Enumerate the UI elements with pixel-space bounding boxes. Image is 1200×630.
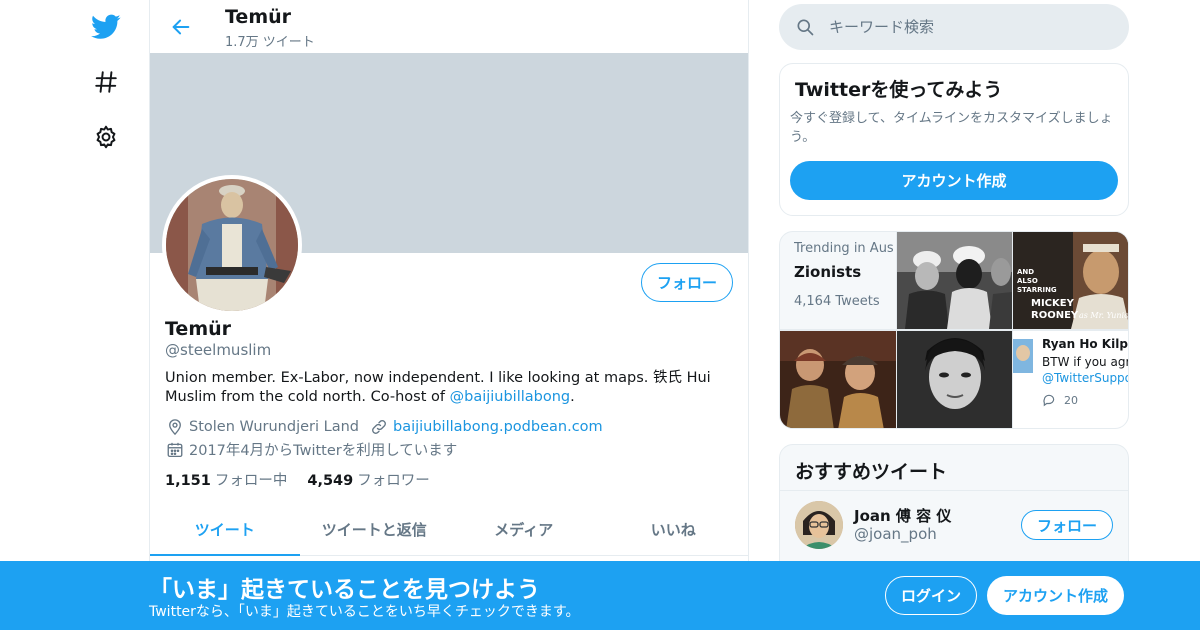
twitter-bird-icon[interactable]	[90, 11, 122, 43]
profile-location-row: Stolen Wurundjeri Land baijiubillabong.p…	[165, 417, 603, 437]
caption-line-4: MICKEY	[1031, 298, 1075, 309]
signup-card: Twitterを使ってみよう 今すぐ登録して、タイムラインをカスタマイズしましょ…	[779, 63, 1129, 216]
hashtag-icon[interactable]	[90, 66, 122, 98]
search-icon	[797, 19, 814, 36]
bottom-bar-subtitle: Twitterなら、「いま」起きていることをいち早くチェックできます。	[149, 604, 580, 620]
tweet-reply-stat[interactable]: 20	[1042, 393, 1078, 407]
tweet-author-name: Ryan Ho Kilpatrick	[1042, 337, 1128, 351]
media-tweet-tile[interactable]: Ryan Ho Kilpatrick BTW if you agree @Twi…	[1013, 331, 1128, 428]
search-input[interactable]	[829, 18, 1109, 36]
profile-column: Temür 1.7万 ツイート フォロー Temür @steelmuslim …	[149, 0, 749, 630]
followers-label: フォロワー	[357, 473, 430, 489]
follow-stats: 1,151 フォロー中 4,549 フォロワー	[165, 469, 430, 490]
profile-display-name: Temür	[165, 318, 232, 340]
profile-header-bar: Temür 1.7万 ツイート	[150, 0, 748, 53]
followers-count: 4,549	[307, 473, 354, 489]
signup-card-subtitle: 今すぐ登録して、タイムラインをカスタマイズしましょう。	[790, 111, 1113, 145]
recommended-user-name[interactable]: Joan 傅 容 仪	[854, 505, 951, 526]
signup-card-title: Twitterを使ってみよう	[795, 79, 1003, 101]
bio-mention-link[interactable]: @baijiubillabong	[450, 389, 571, 405]
recommended-user-handle: @joan_poh	[854, 525, 937, 543]
calendar-icon	[165, 440, 185, 460]
caption-line-5: ROONEY	[1031, 310, 1079, 321]
caption-line-2: ALSO	[1017, 277, 1038, 285]
left-nav	[70, 0, 150, 630]
location-pin-icon	[165, 417, 185, 437]
media-image-movie[interactable]: AND ALSO STARRING MICKEY ROONEY as Mr. Y…	[1013, 232, 1129, 329]
media-image-people[interactable]	[897, 232, 1012, 329]
bottom-signup-bar: 「いま」起きていることを見つけよう Twitterなら、「いま」起きていることを…	[0, 561, 1200, 630]
back-arrow-icon[interactable]	[166, 12, 196, 42]
profile-avatar[interactable]	[162, 175, 302, 315]
recommended-divider	[780, 490, 1128, 491]
following-label: フォロー中	[214, 473, 288, 489]
recommended-user-avatar[interactable]	[795, 501, 843, 549]
caption-line-3: STARRING	[1017, 286, 1057, 294]
profile-handle: @steelmuslim	[165, 341, 272, 359]
following-count: 1,151	[165, 473, 211, 489]
reply-count: 20	[1064, 393, 1078, 407]
settings-gear-icon[interactable]	[90, 121, 122, 153]
search-box[interactable]	[779, 4, 1129, 50]
followers-stat[interactable]: 4,549 フォロワー	[307, 469, 429, 490]
bottom-create-account-button[interactable]: アカウント作成	[987, 576, 1124, 615]
trend-name: Zionists	[794, 263, 862, 281]
link-icon	[369, 417, 389, 437]
profile-bio: Union member. Ex-Labor, now independent.…	[165, 369, 735, 407]
media-image-portrait[interactable]	[897, 331, 1012, 428]
tweet-text: BTW if you agree	[1042, 355, 1128, 369]
media-image-costume[interactable]	[780, 331, 896, 428]
trend-tile[interactable]: Trending in Australia Zionists 4,164 Twe…	[780, 232, 896, 329]
reply-icon	[1043, 394, 1055, 407]
header-tweet-count: 1.7万 ツイート	[225, 35, 315, 50]
recommended-title: おすすめツイート	[795, 461, 948, 483]
bio-text: Union member. Ex-Labor, now independent.…	[165, 370, 711, 405]
tab-likes[interactable]: いいね	[599, 503, 749, 555]
caption-line-1: AND	[1017, 268, 1034, 276]
header-name: Temür	[225, 6, 292, 28]
joined-text: 2017年4月からTwitterを利用しています	[189, 443, 458, 459]
website-link[interactable]: baijiubillabong.podbean.com	[393, 419, 603, 435]
caption-line-6: as Mr. Yunioshi	[1079, 311, 1129, 320]
tweet-mention[interactable]: @TwitterSupport	[1042, 371, 1128, 385]
tweet-author-avatar	[1013, 339, 1033, 373]
login-button[interactable]: ログイン	[885, 576, 977, 615]
recommended-follow-button[interactable]: フォロー	[1021, 510, 1113, 540]
trend-location: Trending in Australia	[794, 241, 894, 256]
tab-tweets-and-replies[interactable]: ツイートと返信	[300, 503, 450, 555]
bottom-bar-title: 「いま」起きていることを見つけよう	[149, 577, 540, 603]
tab-tweets[interactable]: ツイート	[150, 503, 300, 556]
trending-media-grid: Trending in Australia Zionists 4,164 Twe…	[779, 231, 1129, 429]
profile-tabs: ツイート ツイートと返信 メディア いいね	[150, 503, 748, 556]
twitter-profile-page: Temür 1.7万 ツイート フォロー Temür @steelmuslim …	[0, 0, 1200, 630]
follow-button[interactable]: フォロー	[641, 263, 733, 302]
bio-end: .	[570, 389, 575, 405]
create-account-button[interactable]: アカウント作成	[790, 161, 1118, 200]
location-text: Stolen Wurundjeri Land	[189, 419, 359, 435]
profile-joined-row: 2017年4月からTwitterを利用しています	[165, 439, 457, 460]
trend-count: 4,164 Tweets	[794, 294, 880, 309]
tab-media[interactable]: メディア	[449, 503, 599, 555]
following-stat[interactable]: 1,151 フォロー中	[165, 469, 287, 490]
